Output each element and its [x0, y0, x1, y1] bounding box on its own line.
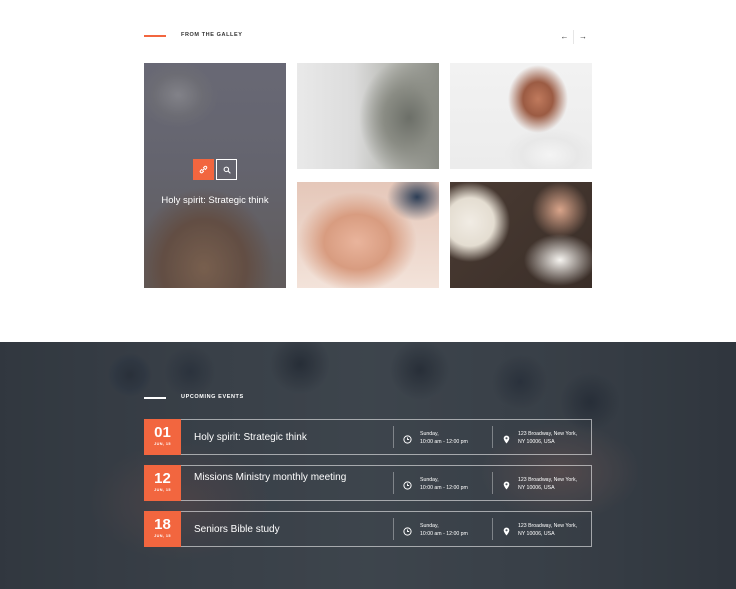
event-row[interactable]: 01 JUN, 15 Holy spirit: Strategic think …	[144, 419, 592, 455]
event-time-hours: 10:00 am - 12:00 pm	[420, 531, 468, 537]
event-address-street: 123 Broadway, New York,	[518, 431, 578, 437]
divider	[492, 472, 493, 494]
event-time: Sunday, 10:00 am - 12:00 pm	[420, 430, 468, 446]
accent-line	[144, 35, 166, 37]
gallery-item-actions	[193, 159, 237, 180]
clock-icon	[403, 477, 412, 495]
event-time-day: Sunday,	[420, 477, 439, 483]
event-month: JUN, 15	[154, 442, 171, 446]
event-month: JUN, 15	[154, 488, 171, 492]
events-section: UPCOMING EVENTS 01 JUN, 15 Holy spirit: …	[0, 342, 736, 589]
divider	[492, 426, 493, 448]
divider	[492, 518, 493, 540]
gallery-title: FROM THE GALLEY	[181, 32, 243, 38]
gallery-item-hooded-person[interactable]: Holy spirit: Strategic think	[144, 63, 286, 288]
gallery-item-caption[interactable]: Holy spirit: Strategic think	[144, 195, 286, 207]
event-title[interactable]: Missions Ministry monthly meeting	[194, 472, 374, 484]
location-pin-icon	[503, 431, 510, 449]
location-pin-icon	[503, 523, 510, 541]
arrow-right-icon[interactable]: →	[574, 30, 592, 44]
magnifier-icon[interactable]	[216, 159, 237, 180]
event-title[interactable]: Seniors Bible study	[194, 524, 280, 536]
event-address-city: NY 10006, USA	[518, 485, 555, 491]
event-date-badge: 01 JUN, 15	[144, 419, 181, 455]
event-address: 123 Broadway, New York, NY 10006, USA	[518, 476, 577, 492]
event-address: 123 Broadway, New York, NY 10006, USA	[518, 522, 577, 538]
event-address-street: 123 Broadway, New York,	[518, 477, 578, 483]
clock-icon	[403, 523, 412, 541]
event-title[interactable]: Holy spirit: Strategic think	[194, 432, 307, 444]
event-address: 123 Broadway, New York, NY 10006, USA	[518, 430, 577, 446]
event-time-day: Sunday,	[420, 523, 439, 529]
event-time: Sunday, 10:00 am - 12:00 pm	[420, 476, 468, 492]
event-time-hours: 10:00 am - 12:00 pm	[420, 485, 468, 491]
gallery-item-open-bible[interactable]	[450, 182, 592, 288]
event-row[interactable]: 18 JUN, 15 Seniors Bible study Sunday, 1…	[144, 511, 592, 547]
event-time: Sunday, 10:00 am - 12:00 pm	[420, 522, 468, 538]
event-day: 18	[154, 516, 171, 533]
event-time-day: Sunday,	[420, 431, 439, 437]
event-time-hours: 10:00 am - 12:00 pm	[420, 439, 468, 445]
divider	[393, 472, 394, 494]
event-date-badge: 12 JUN, 15	[144, 465, 181, 501]
divider	[393, 518, 394, 540]
gallery-item-misty-rocks[interactable]	[297, 63, 439, 169]
event-row[interactable]: 12 JUN, 15 Missions Ministry monthly mee…	[144, 465, 592, 501]
gallery-section: FROM THE GALLEY ← → Holy spirit: Strateg…	[0, 0, 736, 342]
link-icon[interactable]	[193, 159, 214, 180]
event-address-city: NY 10006, USA	[518, 531, 555, 537]
event-day: 12	[154, 470, 171, 487]
event-address-street: 123 Broadway, New York,	[518, 523, 578, 529]
gallery-item-woman-freedom[interactable]	[450, 63, 592, 169]
accent-line	[144, 397, 166, 399]
location-pin-icon	[503, 477, 510, 495]
event-date-badge: 18 JUN, 15	[144, 511, 181, 547]
event-day: 01	[154, 424, 171, 441]
arrow-left-icon[interactable]: ←	[556, 30, 574, 44]
event-month: JUN, 15	[154, 534, 171, 538]
gallery-item-stacked-hands[interactable]	[297, 182, 439, 288]
clock-icon	[403, 431, 412, 449]
divider	[393, 426, 394, 448]
event-address-city: NY 10006, USA	[518, 439, 555, 445]
events-title: UPCOMING EVENTS	[181, 394, 244, 400]
gallery-header: FROM THE GALLEY ← →	[144, 30, 592, 44]
gallery-nav: ← →	[556, 30, 592, 44]
